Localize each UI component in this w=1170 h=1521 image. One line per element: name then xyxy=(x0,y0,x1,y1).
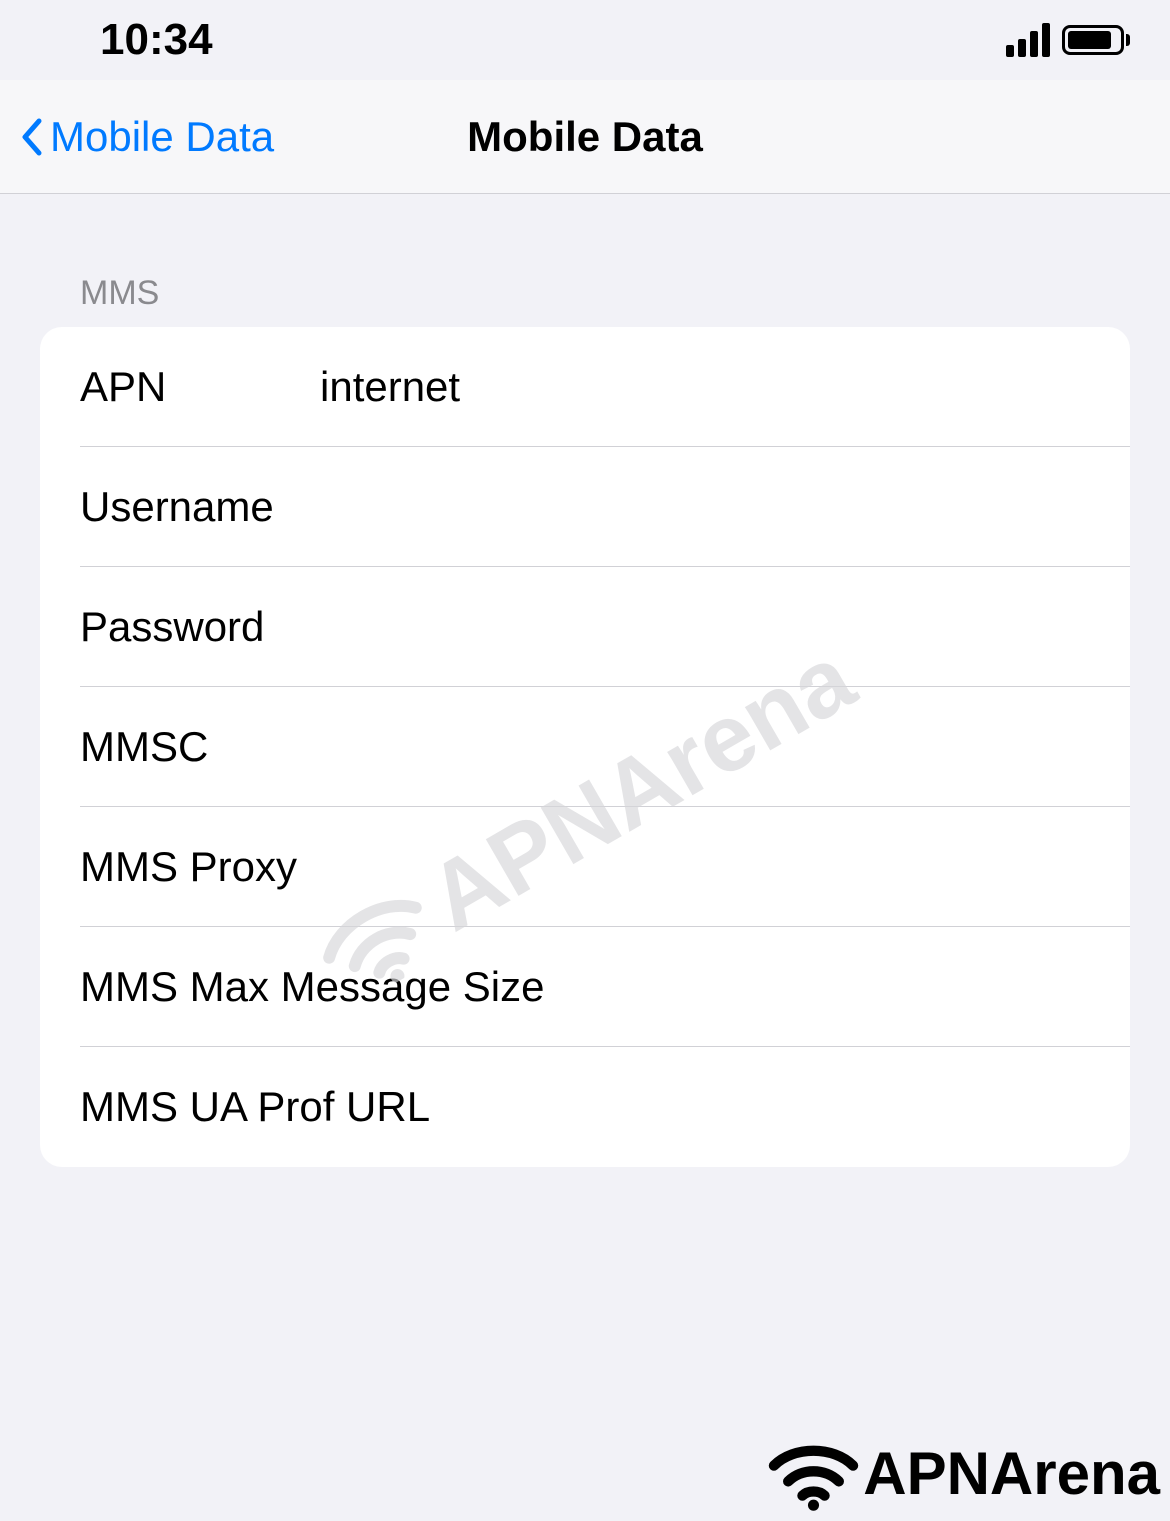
label-mms-ua-prof-url: MMS UA Prof URL xyxy=(80,1083,430,1131)
footer-logo: APNArena xyxy=(766,1436,1160,1511)
input-apn[interactable] xyxy=(320,363,1090,411)
row-apn[interactable]: APN xyxy=(40,327,1130,447)
row-username[interactable]: Username xyxy=(40,447,1130,567)
back-label: Mobile Data xyxy=(50,113,274,161)
status-bar: 10:34 xyxy=(0,0,1170,80)
status-indicators xyxy=(1006,23,1130,57)
input-mms-proxy[interactable] xyxy=(297,843,1090,891)
row-mms-proxy[interactable]: MMS Proxy xyxy=(40,807,1130,927)
label-mmsc: MMSC xyxy=(80,723,320,771)
row-mmsc[interactable]: MMSC xyxy=(40,687,1130,807)
label-mms-max-size: MMS Max Message Size xyxy=(80,963,544,1011)
input-username[interactable] xyxy=(320,483,1090,531)
input-mmsc[interactable] xyxy=(320,723,1090,771)
page-title: Mobile Data xyxy=(467,113,703,161)
label-password: Password xyxy=(80,603,320,651)
label-mms-proxy: MMS Proxy xyxy=(80,843,297,891)
row-mms-max-size[interactable]: MMS Max Message Size xyxy=(40,927,1130,1047)
back-button[interactable]: Mobile Data xyxy=(20,113,274,161)
label-apn: APN xyxy=(80,363,320,411)
content: MMS APN Username Password MMSC MMS Proxy… xyxy=(0,194,1170,1167)
input-password[interactable] xyxy=(320,603,1090,651)
cellular-signal-icon xyxy=(1006,23,1050,57)
footer-logo-text: APNArena xyxy=(863,1439,1160,1508)
wifi-icon xyxy=(766,1436,861,1511)
status-time: 10:34 xyxy=(100,15,213,65)
battery-icon xyxy=(1062,25,1130,55)
input-mms-ua-prof-url[interactable] xyxy=(430,1083,1090,1131)
settings-group-mms: APN Username Password MMSC MMS Proxy MMS… xyxy=(40,327,1130,1167)
section-header-mms: MMS xyxy=(0,194,1170,327)
label-username: Username xyxy=(80,483,320,531)
row-password[interactable]: Password xyxy=(40,567,1130,687)
chevron-left-icon xyxy=(20,118,42,156)
row-mms-ua-prof-url[interactable]: MMS UA Prof URL xyxy=(40,1047,1130,1167)
navigation-bar: Mobile Data Mobile Data xyxy=(0,80,1170,194)
input-mms-max-size[interactable] xyxy=(544,963,1090,1011)
